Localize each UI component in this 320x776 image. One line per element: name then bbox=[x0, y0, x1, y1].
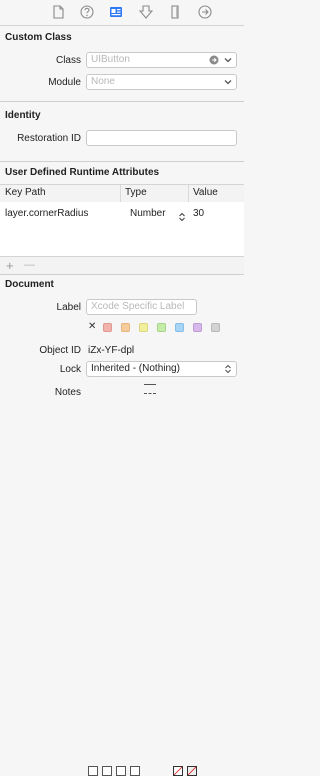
column-value[interactable]: Value bbox=[193, 187, 218, 198]
file-icon[interactable] bbox=[51, 5, 65, 19]
column-separator bbox=[120, 185, 121, 202]
add-attribute-button[interactable]: + bbox=[6, 258, 14, 273]
document-title: Document bbox=[5, 279, 54, 290]
module-label: Module bbox=[48, 77, 81, 88]
lock-popup[interactable]: Inherited - (Nothing) bbox=[86, 361, 237, 377]
custom-class-title: Custom Class bbox=[5, 32, 72, 43]
size-icon[interactable] bbox=[168, 5, 182, 19]
up-down-chevron-icon bbox=[223, 364, 233, 374]
identity-icon[interactable] bbox=[109, 5, 123, 19]
column-type[interactable]: Type bbox=[125, 187, 147, 198]
class-combobox[interactable]: UIButton bbox=[86, 52, 237, 68]
chevron-down-icon bbox=[223, 55, 233, 65]
color-label-orange[interactable] bbox=[121, 323, 130, 332]
restoration-id-field[interactable] bbox=[86, 130, 237, 146]
clear-color-label-button[interactable]: ✕ bbox=[88, 321, 96, 332]
attributes-table-footer: + — bbox=[0, 256, 244, 275]
color-label-purple[interactable] bbox=[193, 323, 202, 332]
section-divider bbox=[0, 161, 244, 162]
remove-attribute-button[interactable]: — bbox=[24, 259, 35, 271]
align-center-icon[interactable] bbox=[102, 766, 112, 776]
class-label: Class bbox=[55, 55, 81, 66]
runtime-attributes-title: User Defined Runtime Attributes bbox=[5, 167, 160, 178]
column-key-path[interactable]: Key Path bbox=[5, 187, 46, 198]
restoration-id-label: Restoration ID bbox=[17, 133, 81, 144]
lock-label: Lock bbox=[59, 364, 81, 375]
attributes-table-header: Key Path Type Value bbox=[0, 184, 244, 203]
color-label-gray[interactable] bbox=[211, 323, 220, 332]
arrow-circle-right-icon[interactable] bbox=[209, 55, 219, 65]
align-right-icon[interactable] bbox=[116, 766, 126, 776]
justify-icon[interactable] bbox=[130, 766, 140, 776]
xcode-label-field[interactable]: Xcode Specific Label bbox=[86, 299, 197, 315]
inspector-toolbar bbox=[0, 0, 244, 26]
color-label-red[interactable] bbox=[103, 323, 112, 332]
object-id-label: Object ID bbox=[39, 345, 81, 356]
no-color-icon[interactable] bbox=[173, 766, 183, 776]
help-icon[interactable] bbox=[80, 5, 94, 19]
notes-toolbar bbox=[86, 382, 244, 776]
value-cell[interactable]: 30 bbox=[193, 208, 204, 219]
notes-label: Notes bbox=[54, 387, 81, 398]
table-row[interactable]: layer.cornerRadius Number 30 bbox=[0, 204, 244, 222]
label-label: Label bbox=[56, 302, 81, 313]
connections-icon[interactable] bbox=[198, 5, 212, 19]
color-label-yellow[interactable] bbox=[139, 323, 148, 332]
chevron-down-icon bbox=[223, 77, 233, 87]
class-placeholder: UIButton bbox=[91, 54, 130, 65]
section-divider bbox=[0, 101, 244, 102]
column-separator bbox=[188, 185, 189, 202]
color-label-green[interactable] bbox=[157, 323, 166, 332]
type-cell[interactable]: Number bbox=[130, 208, 166, 219]
line-spacing-icon[interactable] bbox=[144, 384, 156, 394]
section-divider bbox=[0, 274, 244, 275]
module-combobox[interactable]: None bbox=[86, 74, 237, 90]
lock-value: Inherited - (Nothing) bbox=[91, 363, 180, 374]
up-down-chevron-icon[interactable] bbox=[178, 209, 186, 222]
text-color-icon[interactable] bbox=[187, 766, 197, 776]
key-path-cell[interactable]: layer.cornerRadius bbox=[5, 208, 88, 219]
align-left-icon[interactable] bbox=[88, 766, 98, 776]
object-id-value: iZx-YF-dpl bbox=[88, 345, 135, 356]
identity-title: Identity bbox=[5, 110, 41, 121]
attributes-icon[interactable] bbox=[139, 5, 153, 19]
color-label-blue[interactable] bbox=[175, 323, 184, 332]
attributes-table-body: layer.cornerRadius Number 30 bbox=[0, 202, 244, 256]
module-placeholder: None bbox=[91, 76, 115, 87]
